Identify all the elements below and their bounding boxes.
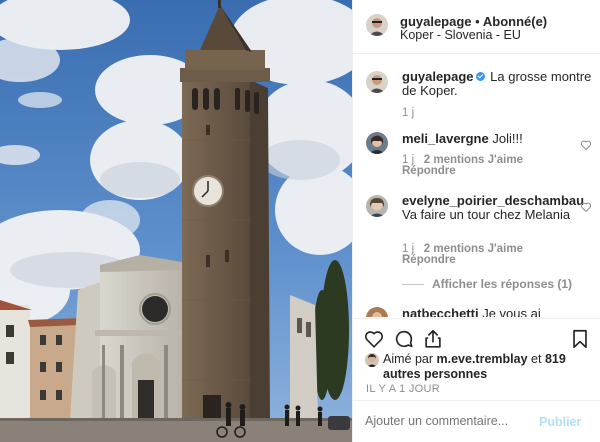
comments-list[interactable]: guyalepage La grosse montre de Koper. 1 …: [353, 55, 600, 317]
add-comment-input[interactable]: [365, 414, 535, 428]
view-replies-label: Afficher les réponses (1): [432, 277, 573, 291]
caption-avatar[interactable]: [366, 71, 388, 93]
comment-username[interactable]: natbecchetti: [402, 306, 479, 318]
caption-username[interactable]: guyalepage: [402, 69, 474, 84]
verified-icon: [475, 72, 485, 81]
post-timestamp[interactable]: IL Y A 1 JOUR: [366, 383, 440, 395]
comment-username[interactable]: meli_lavergne: [402, 131, 489, 146]
liked-by-prefix: Aimé par: [383, 352, 434, 366]
caption-time[interactable]: 1 j: [402, 107, 414, 119]
like-comment-heart-icon[interactable]: [580, 139, 592, 151]
caption: guyalepage La grosse montre de Koper.: [402, 70, 592, 98]
add-comment-bar: Publier: [353, 400, 600, 442]
reply-button[interactable]: Répondre: [402, 165, 456, 177]
liked-by-connector: et: [531, 352, 542, 366]
share-icon[interactable]: [422, 328, 444, 350]
publish-button[interactable]: Publier: [539, 415, 581, 429]
comment-username[interactable]: evelyne_poirier_deschambau: [402, 193, 584, 208]
post-actions: Aimé par m.eve.tremblay et 819 autres pe…: [353, 318, 600, 400]
like-comment-heart-icon[interactable]: [580, 201, 592, 213]
comment-avatar[interactable]: [366, 132, 388, 154]
view-replies-button[interactable]: Afficher les réponses (1): [402, 277, 572, 291]
comment-text: Va faire un tour chez Melania: [402, 207, 571, 222]
post-location[interactable]: Koper - Slovenia - EU: [400, 28, 521, 42]
author-avatar[interactable]: [366, 14, 388, 36]
comment: natbecchetti Je vous ai: [402, 306, 592, 318]
comment-icon[interactable]: [393, 328, 415, 350]
comment-text: Je vous ai: [482, 306, 541, 318]
liked-by-avatar[interactable]: [365, 353, 379, 367]
author-username[interactable]: guyalepage: [400, 14, 472, 29]
post-side-panel: guyalepage • Abonné(e) Koper - Slovenia …: [352, 0, 600, 442]
author-line: guyalepage • Abonné(e): [400, 14, 547, 29]
comment-avatar[interactable]: [366, 195, 388, 217]
liked-by-user[interactable]: m.eve.tremblay: [437, 352, 528, 366]
comment: meli_lavergne Joli!!!: [402, 132, 582, 146]
comment-text: Joli!!!: [492, 131, 523, 146]
separator-dot: •: [475, 14, 480, 29]
liked-by-text: Aimé par m.eve.tremblay et 819 autres pe…: [383, 352, 593, 382]
reply-button[interactable]: Répondre: [402, 254, 456, 266]
follow-status[interactable]: Abonné(e): [483, 14, 547, 29]
bookmark-icon[interactable]: [569, 328, 591, 350]
post-header: guyalepage • Abonné(e) Koper - Slovenia …: [353, 0, 600, 54]
comment-avatar[interactable]: [366, 307, 388, 317]
koper-bell-tower-photo: [0, 0, 352, 442]
comment: evelyne_poirier_deschambau: [402, 194, 592, 208]
replies-divider: [402, 284, 424, 285]
heart-icon[interactable]: [363, 328, 385, 350]
post-photo[interactable]: [0, 0, 352, 442]
